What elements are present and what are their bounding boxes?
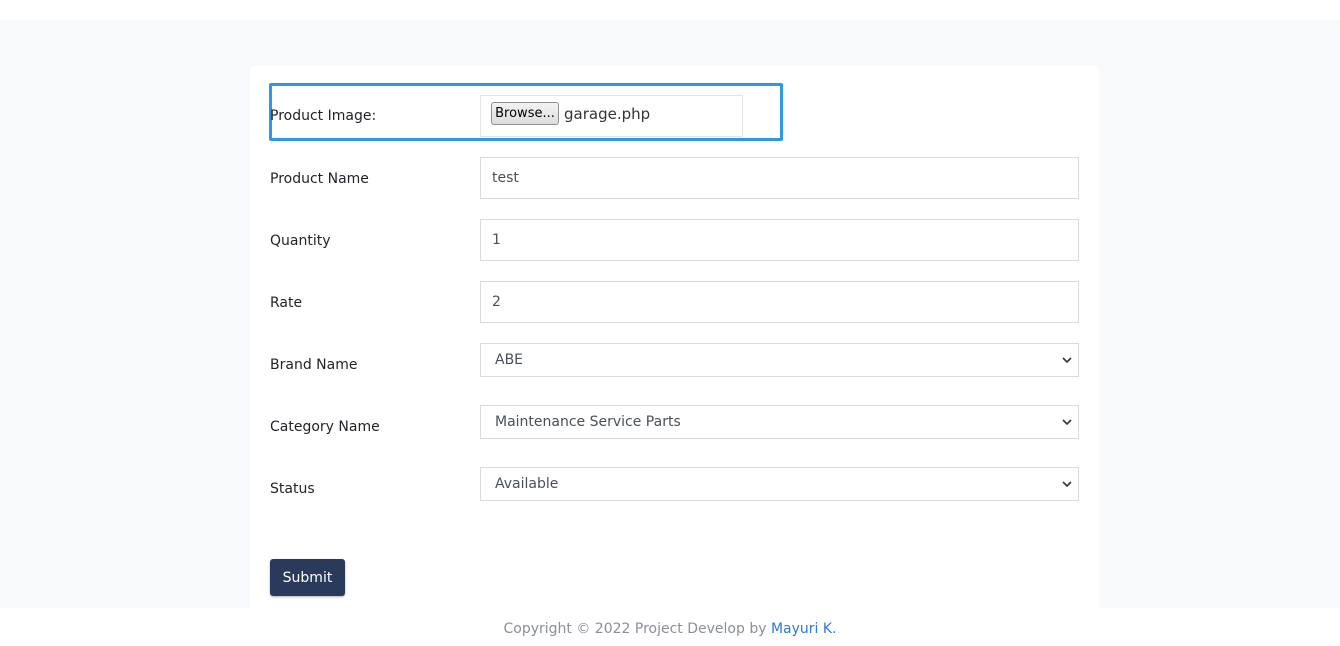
status-row: Status Available: [270, 467, 1079, 509]
submit-button[interactable]: Submit: [270, 559, 345, 596]
footer: Copyright © 2022 Project Develop by Mayu…: [0, 608, 1340, 646]
product-name-row: Product Name test: [270, 157, 1079, 199]
brand-name-label: Brand Name: [270, 357, 358, 373]
category-name-row: Category Name Maintenance Service Parts: [270, 405, 1079, 447]
product-name-label: Product Name: [270, 171, 369, 187]
browse-button[interactable]: Browse...: [491, 102, 559, 125]
product-image-file-input[interactable]: Browse... garage.php: [480, 95, 743, 137]
brand-name-row: Brand Name ABE: [270, 343, 1079, 385]
product-name-input[interactable]: test: [480, 157, 1079, 199]
top-bar: [0, 0, 1340, 20]
selected-file-name: garage.php: [564, 105, 651, 123]
brand-name-selected: ABE: [495, 352, 524, 368]
rate-row: Rate 2: [270, 281, 1079, 323]
chevron-down-icon: [1062, 481, 1072, 488]
rate-label: Rate: [270, 295, 303, 311]
quantity-input[interactable]: 1: [480, 219, 1079, 261]
status-label: Status: [270, 481, 315, 497]
footer-author-link[interactable]: Mayuri K.: [771, 621, 837, 637]
rate-input[interactable]: 2: [480, 281, 1079, 323]
category-name-selected: Maintenance Service Parts: [495, 414, 681, 430]
category-name-label: Category Name: [270, 419, 380, 435]
chevron-down-icon: [1062, 419, 1072, 426]
quantity-label: Quantity: [270, 233, 331, 249]
status-select[interactable]: Available: [480, 467, 1079, 501]
product-image-label: Product Image:: [270, 108, 377, 124]
footer-copyright: Copyright © 2022 Project Develop by: [503, 621, 771, 637]
chevron-down-icon: [1062, 357, 1072, 364]
brand-name-select[interactable]: ABE: [480, 343, 1079, 377]
quantity-row: Quantity 1: [270, 219, 1079, 261]
category-name-select[interactable]: Maintenance Service Parts: [480, 405, 1079, 439]
status-selected: Available: [495, 476, 559, 492]
